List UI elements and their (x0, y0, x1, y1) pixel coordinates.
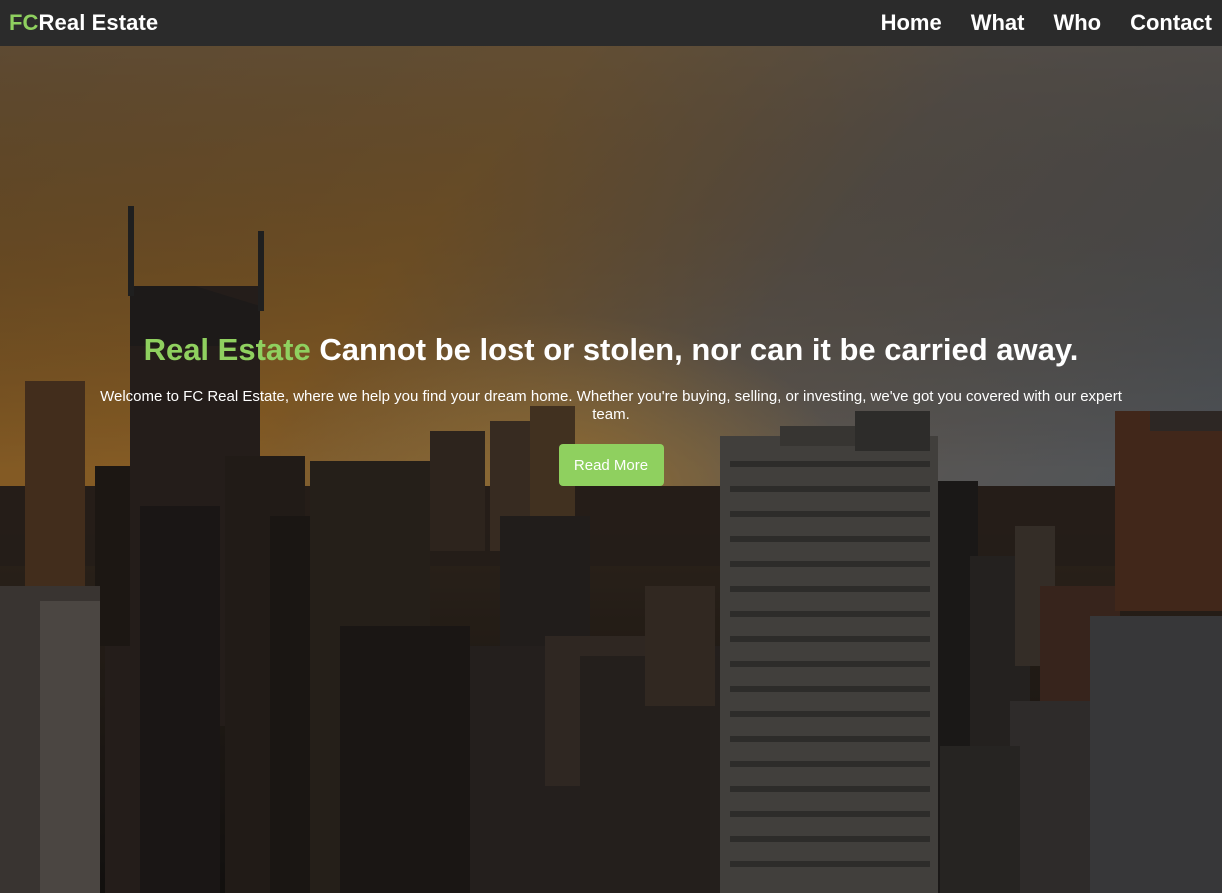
nav-link-home[interactable]: Home (881, 10, 942, 36)
nav-link-contact[interactable]: Contact (1130, 10, 1212, 36)
nav-link-who[interactable]: Who (1053, 10, 1101, 36)
read-more-button[interactable]: Read More (558, 444, 664, 486)
hero-description: Welcome to FC Real Estate, where we help… (100, 388, 1122, 423)
hero-title-accent: Real Estate (143, 332, 311, 367)
nav-link-what[interactable]: What (971, 10, 1025, 36)
hero-title-rest: Cannot be lost or stolen, nor can it be … (310, 332, 1079, 367)
brand-accent: FC (9, 10, 39, 35)
brand-logo[interactable]: FCReal Estate (9, 10, 158, 36)
nav-links: Home What Who Contact (881, 10, 1212, 36)
hero-content: Real Estate Cannot be lost or stolen, no… (0, 332, 1222, 486)
hero-title: Real Estate Cannot be lost or stolen, no… (0, 332, 1222, 368)
brand-name: Real Estate (38, 10, 159, 35)
navbar: FCReal Estate Home What Who Contact (0, 0, 1222, 46)
hero-section: Real Estate Cannot be lost or stolen, no… (0, 46, 1222, 893)
